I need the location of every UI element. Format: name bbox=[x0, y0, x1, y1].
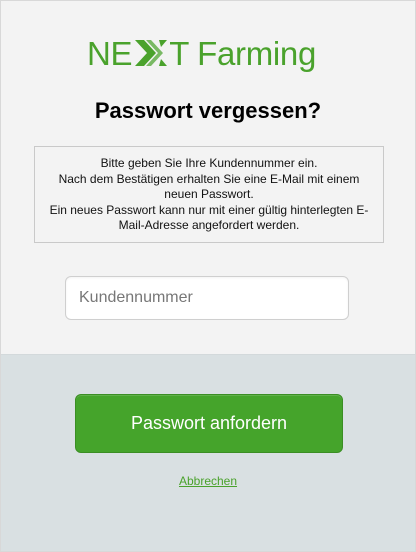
cancel-link-container: Abbrechen bbox=[1, 473, 415, 489]
logo-x-mark-icon bbox=[134, 35, 168, 66]
cancel-link[interactable]: Abbrechen bbox=[179, 474, 237, 488]
instruction-line-1: Bitte geben Sie Ihre Kundennummer ein. bbox=[100, 156, 318, 170]
customer-number-input[interactable] bbox=[66, 277, 348, 319]
instruction-line-3: Ein neues Passwort kann nur mit einer gü… bbox=[49, 202, 369, 233]
dialog-action-area: Passwort anfordern Abbrechen bbox=[1, 354, 415, 551]
logo-text-t: T bbox=[169, 35, 190, 72]
page-title: Passwort vergessen? bbox=[94, 98, 322, 123]
logo-text-suffix: Farming bbox=[197, 35, 317, 72]
customer-number-field-wrapper bbox=[65, 276, 349, 320]
forgot-password-dialog: NE T Farming Passwort vergessen? Bitte g… bbox=[0, 0, 416, 552]
next-farming-logo: NE T Farming bbox=[87, 32, 316, 76]
instruction-line-2: Nach dem Bestätigen erhalten Sie eine E-… bbox=[58, 171, 360, 202]
logo-text-prefix: NE bbox=[87, 35, 133, 72]
request-password-button[interactable]: Passwort anfordern bbox=[75, 394, 343, 453]
instructions-box: Bitte geben Sie Ihre Kundennummer ein. N… bbox=[34, 146, 384, 243]
dialog-content-area: NE T Farming Passwort vergessen? Bitte g… bbox=[1, 1, 415, 354]
